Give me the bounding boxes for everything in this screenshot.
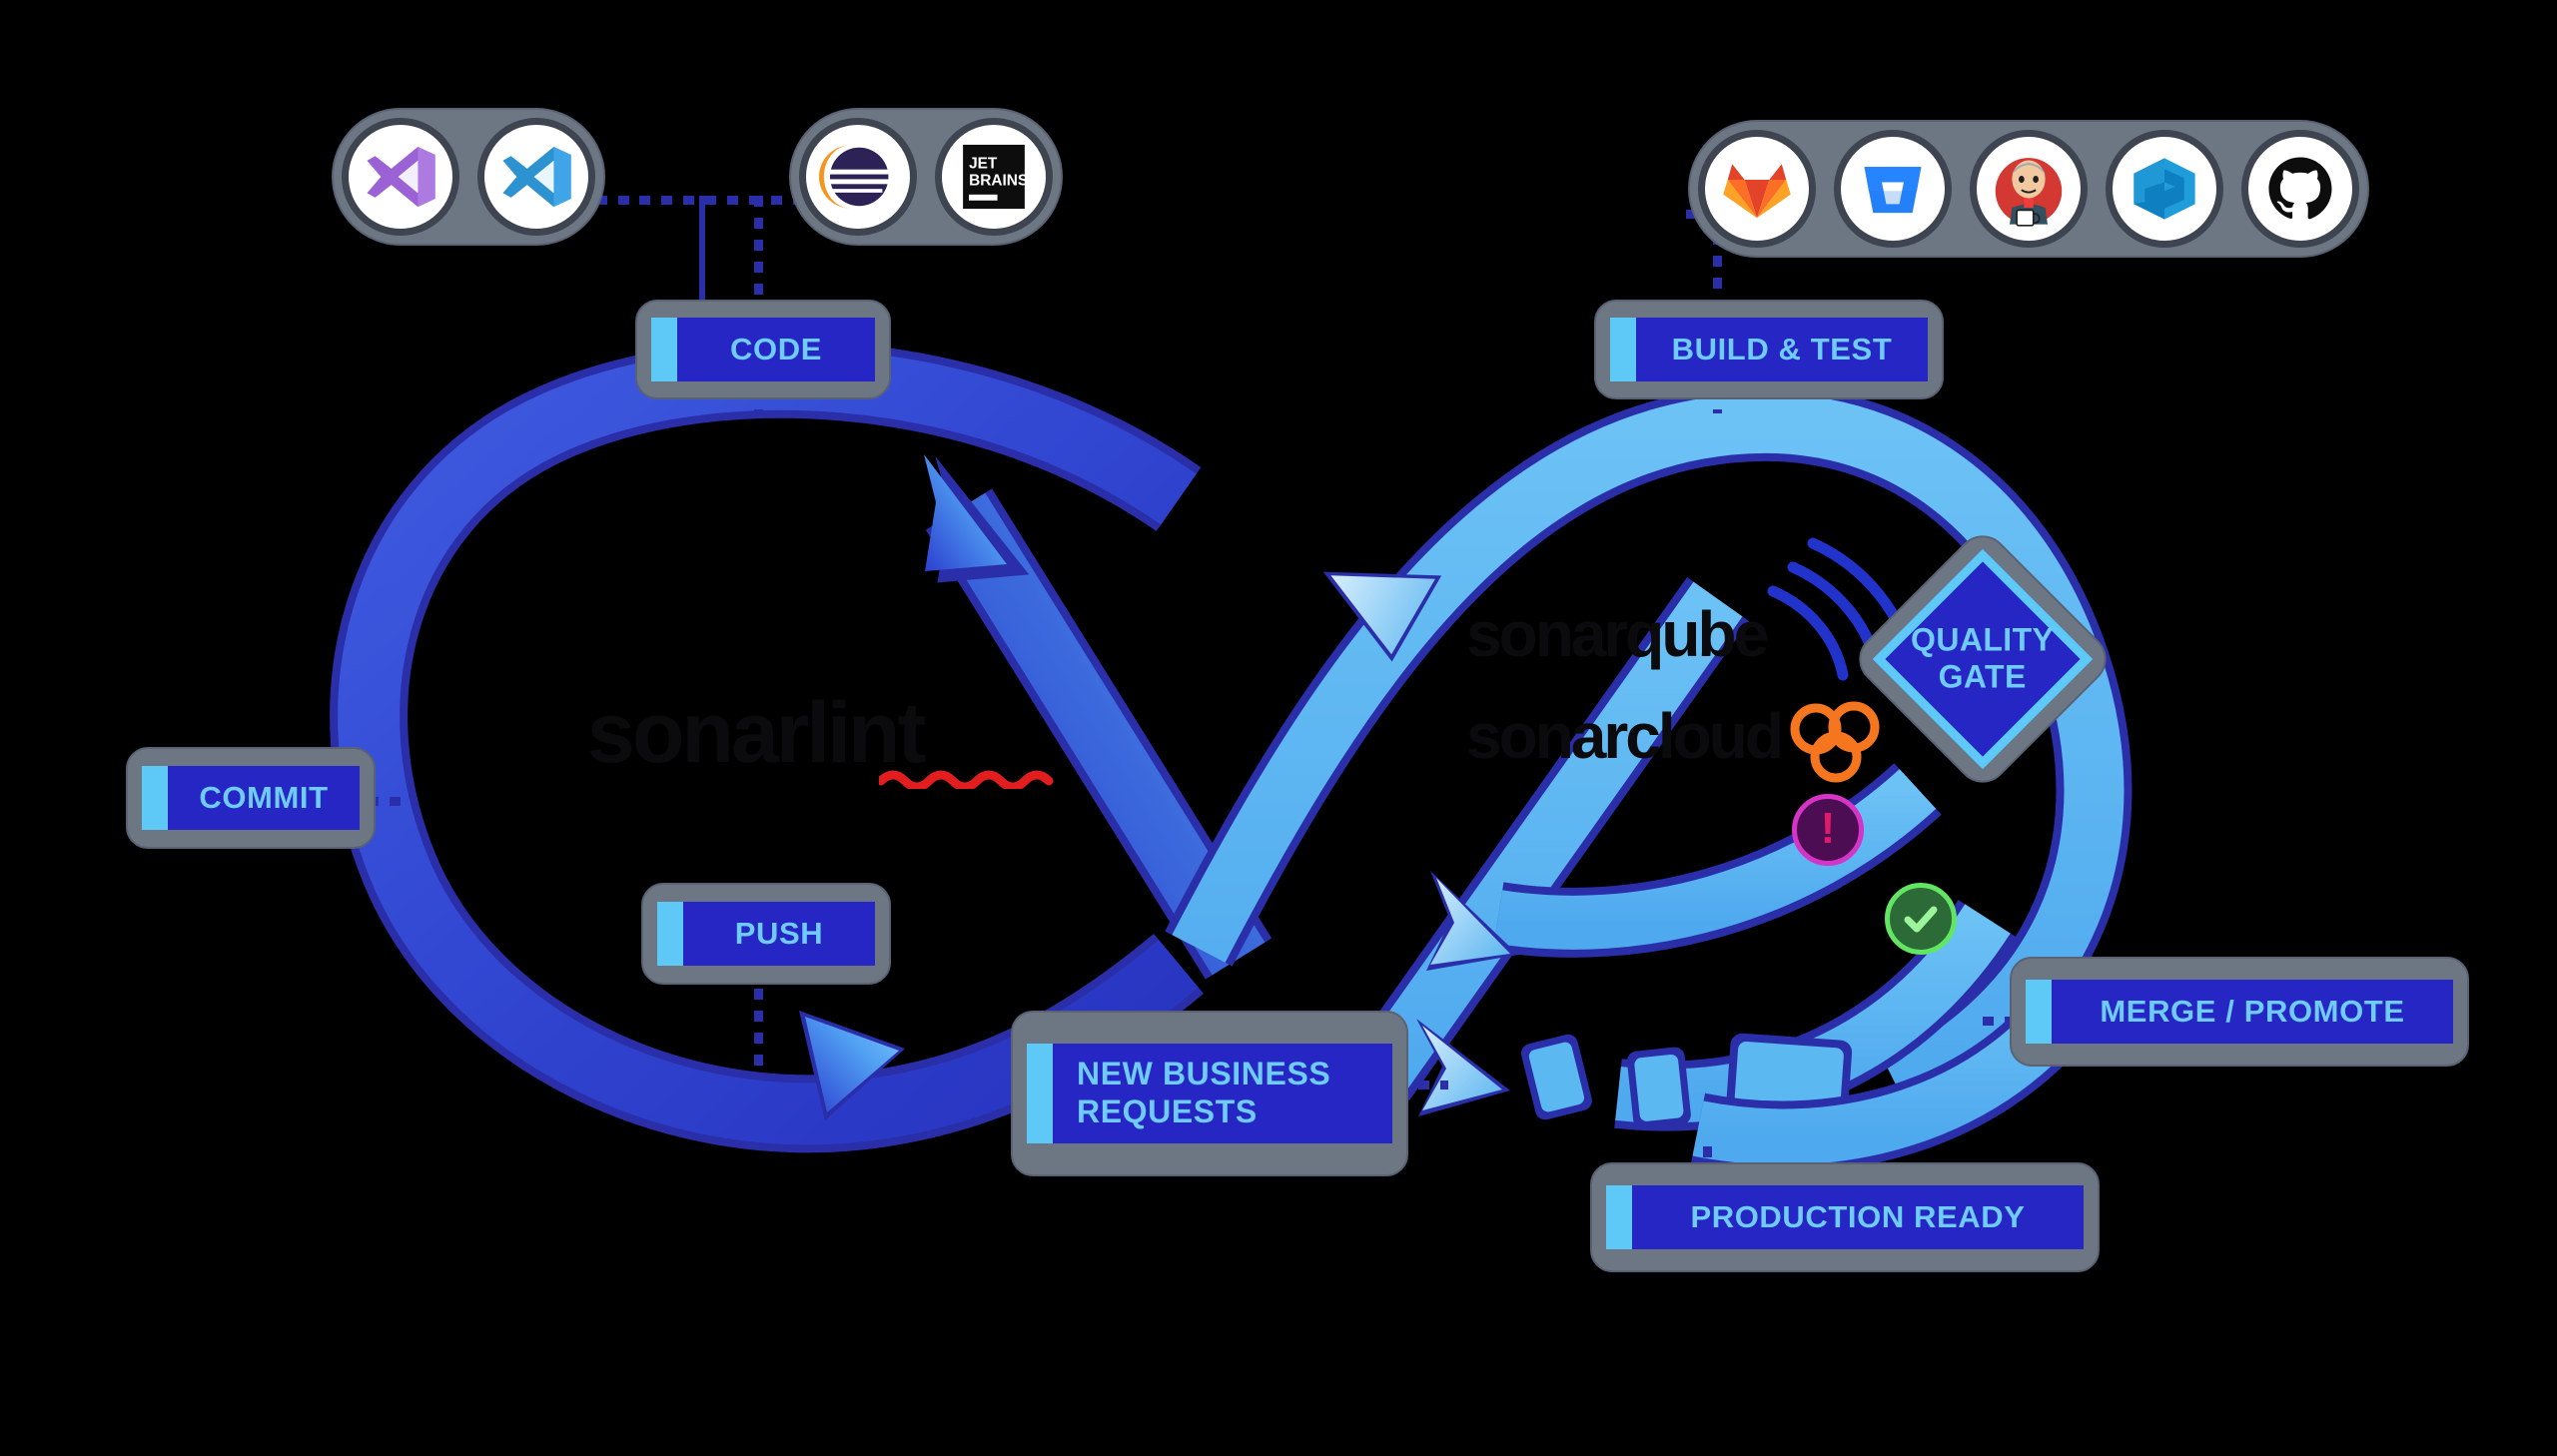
chip-inner: CODE	[651, 318, 875, 381]
chip-accent-bar	[1610, 318, 1636, 381]
return-arrow-dashes	[1521, 1033, 1853, 1129]
bitbucket-icon[interactable]	[1834, 130, 1952, 248]
jetbrains-text-line1: JET	[969, 156, 998, 173]
connector-ide-to-editor	[639, 196, 809, 205]
gitlab-icon[interactable]	[1698, 130, 1816, 248]
sonarcloud-logo: sonarcloud	[1466, 699, 1784, 773]
quality-gate-node[interactable]: QUALITY GATE	[1848, 524, 2118, 794]
sonarlint-text: sonarlint	[587, 685, 926, 781]
chip-inner: NEW BUSINESS REQUESTS	[1027, 1044, 1392, 1143]
jetbrains-text-line2: BRAINS	[969, 172, 1028, 189]
editor-tool-group: JET BRAINS	[789, 108, 1063, 246]
visual-studio-icon[interactable]	[342, 118, 459, 236]
stage-chip-commit[interactable]: COMMIT	[126, 747, 376, 849]
vs-code-icon[interactable]	[477, 118, 595, 236]
connector-push-drop	[754, 989, 763, 1071]
jenkins-icon[interactable]	[1970, 130, 2088, 248]
ide-tool-group	[332, 108, 605, 246]
chip-inner: BUILD & TEST	[1610, 318, 1928, 381]
sonarqube-text: sonarqube	[1466, 598, 1769, 670]
sonarlint-logo: sonarlint	[587, 684, 1054, 789]
azure-devops-icon[interactable]	[2106, 130, 2223, 248]
stage-chip-build-test[interactable]: BUILD & TEST	[1594, 300, 1944, 399]
sonarqube-logo: sonarqube	[1466, 597, 1769, 671]
stage-label-commit: COMMIT	[199, 779, 329, 815]
error-badge: !	[1792, 794, 1864, 866]
jetbrains-icon[interactable]: JET BRAINS	[935, 118, 1053, 236]
stage-chip-push[interactable]: PUSH	[641, 883, 891, 985]
right-loop-arrowhead-top	[1322, 571, 1442, 662]
chip-inner: COMMIT	[142, 766, 360, 830]
chip-accent-bar	[2026, 980, 2052, 1044]
exclamation-icon: !	[1820, 803, 1836, 853]
sonarcloud-cloud-icon	[1790, 701, 1880, 783]
connector-code-riser	[699, 196, 705, 316]
eclipse-icon[interactable]	[799, 118, 917, 236]
stage-label-push: PUSH	[734, 915, 824, 951]
left-loop-bottom-arrowhead	[799, 1011, 905, 1120]
chip-accent-bar	[651, 318, 677, 381]
right-loop-diagonal-arrow	[1346, 577, 1750, 1100]
stage-chip-merge-promote[interactable]: MERGE / PROMOTE	[2010, 957, 2469, 1067]
chip-accent-bar	[657, 902, 683, 966]
chip-accent-bar	[1027, 1044, 1053, 1143]
sonarcloud-text: sonarcloud	[1466, 700, 1784, 772]
chip-accent-bar	[1606, 1185, 1632, 1249]
stage-chip-new-business-requests[interactable]: NEW BUSINESS REQUESTS	[1011, 1011, 1408, 1176]
chip-accent-bar	[142, 766, 168, 830]
stage-label-build-test: BUILD & TEST	[1671, 331, 1893, 366]
stage-chip-code[interactable]: CODE	[635, 300, 891, 399]
chip-inner: MERGE / PROMOTE	[2026, 980, 2453, 1044]
stage-label-production-ready: PRODUCTION READY	[1690, 1198, 2026, 1234]
chip-inner: PUSH	[657, 902, 875, 966]
check-badge	[1885, 883, 1957, 955]
quality-gate-inner: QUALITY GATE	[1872, 548, 2094, 770]
devops-loop-diagram: JET BRAINS sonarlint sonarqube sonarclou…	[0, 0, 2557, 1456]
stage-label-new-business-requests: NEW BUSINESS REQUESTS	[1077, 1056, 1331, 1129]
github-icon[interactable]	[2241, 130, 2359, 248]
left-loop-diagonal-arrow	[924, 454, 1273, 980]
quality-gate-label: QUALITY GATE	[1911, 621, 2055, 695]
stage-label-merge-promote: MERGE / PROMOTE	[2100, 993, 2405, 1029]
devops-tool-group	[1688, 120, 2369, 258]
stage-chip-production-ready[interactable]: PRODUCTION READY	[1590, 1162, 2100, 1272]
stage-label-code: CODE	[730, 331, 822, 366]
checkmark-icon	[1904, 906, 1938, 933]
sonarlint-squiggle-icon	[879, 770, 1054, 789]
chip-inner: PRODUCTION READY	[1606, 1185, 2084, 1249]
